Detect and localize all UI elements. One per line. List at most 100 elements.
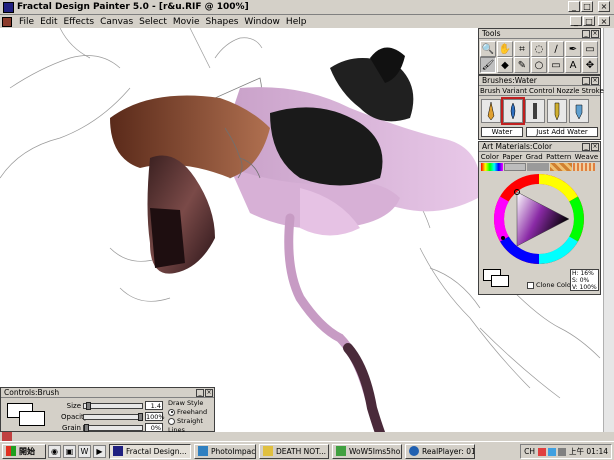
tab-paper[interactable]: Paper [501, 152, 523, 161]
zoom-icon[interactable]: 🔍 [480, 41, 496, 57]
water-brush-icon[interactable] [501, 97, 525, 125]
oval-icon[interactable]: ○ [531, 57, 547, 73]
menu-shapes[interactable]: Shapes [203, 16, 242, 28]
controls-brush-title[interactable]: Controls:Brush _ × [1, 388, 214, 398]
brush-color-swatches[interactable] [7, 403, 47, 427]
tab-brush[interactable]: Brush [479, 86, 501, 95]
menu-movie[interactable]: Movie [170, 16, 203, 28]
rectangle-icon[interactable]: ▭ [548, 57, 564, 73]
dropper-icon[interactable]: ✒ [565, 41, 581, 57]
crayon-brush-icon[interactable] [547, 99, 567, 123]
tab-variant[interactable]: Variant [501, 86, 528, 95]
move-icon[interactable]: ✥ [582, 57, 598, 73]
magic-wand-icon[interactable]: ∕ [548, 41, 564, 57]
opacity-value[interactable]: 100% [145, 412, 165, 421]
tools-palette-collapse-button[interactable]: _ [582, 30, 590, 38]
tab-stroke[interactable]: Stroke [580, 86, 604, 95]
opacity-slider[interactable] [83, 412, 143, 421]
pencil-brush-icon[interactable] [481, 99, 501, 123]
task-wow[interactable]: WoW5Ims5ho... [332, 443, 402, 459]
airbrush-brush-icon[interactable] [569, 99, 589, 123]
paper-swatch-icon[interactable] [504, 163, 526, 171]
tray-app-icon[interactable] [538, 447, 546, 456]
chalk-brush-icon[interactable] [525, 99, 545, 123]
task-death-note[interactable]: DEATH NOT... [259, 443, 329, 459]
size-value[interactable]: 1.4 [145, 401, 163, 410]
task-fractal-design[interactable]: Fractal Design... [109, 443, 191, 459]
volume-icon[interactable] [558, 447, 566, 456]
minimize-button[interactable]: _ [568, 1, 580, 12]
menu-canvas[interactable]: Canvas [97, 16, 136, 28]
crop-icon[interactable]: ⌗ [514, 41, 530, 57]
quicklaunch-desktop-icon[interactable]: ▣ [63, 444, 76, 458]
maximize-button[interactable]: □ [581, 1, 593, 12]
menu-file[interactable]: File [16, 16, 37, 28]
color-swatches[interactable] [483, 269, 509, 287]
grabber-icon[interactable]: ✋ [497, 41, 513, 57]
paint-bucket-icon[interactable]: ◆ [497, 57, 513, 73]
tab-pattern[interactable]: Pattern [545, 152, 572, 161]
task-realplayer[interactable]: RealPlayer: 01... [405, 443, 475, 459]
brush-fields-row: Water Just Add Water [479, 126, 600, 139]
tools-palette-title[interactable]: Tools _ × [479, 29, 600, 39]
menu-select[interactable]: Select [136, 16, 170, 28]
grain-slider[interactable] [83, 423, 143, 432]
pattern-swatch-icon[interactable] [550, 163, 572, 171]
art-materials-collapse-button[interactable]: _ [582, 143, 590, 151]
lasso-icon[interactable]: ◌ [531, 41, 547, 57]
brushes-palette-title[interactable]: Brushes:Water _ × [479, 76, 600, 86]
menu-effects[interactable]: Effects [61, 16, 98, 28]
tab-weave[interactable]: Weave [574, 152, 600, 161]
start-button[interactable]: 開始 [2, 443, 46, 459]
doc-minimize-button[interactable]: _ [570, 16, 582, 26]
brushes-palette-close-button[interactable]: × [591, 77, 599, 85]
art-materials-palette-title-text: Art Materials:Color [482, 142, 553, 151]
doc-close-button[interactable]: × [598, 16, 610, 26]
tab-control[interactable]: Control [528, 86, 555, 95]
brushes-palette-collapse-button[interactable]: _ [582, 77, 590, 85]
task-photoimpact[interactable]: PhotoImpact [194, 443, 256, 459]
status-icon[interactable] [2, 432, 12, 441]
windows-logo-icon [6, 446, 16, 456]
clone-color-checkbox[interactable]: Clone Color [527, 281, 573, 289]
brush-icon[interactable]: 🖌 [480, 57, 496, 73]
clock[interactable]: 上午 01:14 [569, 446, 608, 457]
freehand-radio[interactable]: Freehand [168, 408, 214, 417]
size-slider[interactable] [83, 401, 143, 410]
close-button[interactable]: × [598, 1, 610, 12]
rectangle-shape-icon[interactable]: ▭ [582, 41, 598, 57]
text-icon[interactable]: A [565, 57, 581, 73]
variant-field[interactable]: Just Add Water [526, 127, 598, 137]
brushes-palette: Brushes:Water _ × Brush Variant Control … [478, 75, 604, 140]
controls-brush-close-button[interactable]: × [205, 389, 213, 397]
app-icon[interactable] [3, 1, 14, 13]
tools-palette-close-button[interactable]: × [591, 30, 599, 38]
quicklaunch-browser-icon[interactable]: ◉ [48, 444, 61, 458]
color-wheel-icon[interactable] [479, 172, 600, 266]
tab-nozzle[interactable]: Nozzle [555, 86, 580, 95]
grad-swatch-icon[interactable] [527, 163, 549, 171]
menu-window[interactable]: Window [241, 16, 283, 28]
art-materials-close-button[interactable]: × [591, 143, 599, 151]
language-indicator[interactable]: CH [524, 447, 535, 456]
weave-swatch-icon[interactable] [573, 163, 595, 171]
menu-edit[interactable]: Edit [37, 16, 60, 28]
tab-color[interactable]: Color [480, 152, 500, 161]
tray-network-icon[interactable] [548, 447, 556, 456]
tools-palette: Tools _ × 🔍 ✋ ⌗ ◌ ∕ ✒ ▭ 🖌 ◆ ✎ ○ ▭ A ✥ [478, 28, 601, 75]
controls-brush-collapse-button[interactable]: _ [196, 389, 204, 397]
pen-icon[interactable]: ✎ [514, 57, 530, 73]
quicklaunch-word-icon[interactable]: W [78, 444, 91, 458]
quicklaunch-media-icon[interactable]: ▶ [93, 444, 106, 458]
tools-grid: 🔍 ✋ ⌗ ◌ ∕ ✒ ▭ 🖌 ◆ ✎ ○ ▭ A ✥ [479, 39, 600, 75]
menu-help[interactable]: Help [283, 16, 310, 28]
brush-field[interactable]: Water [481, 127, 523, 137]
grain-value[interactable]: 0% [145, 423, 163, 432]
title-bar: Fractal Design Painter 5.0 - [r&u.RIF @ … [0, 0, 614, 15]
color-swatch-icon[interactable] [481, 163, 503, 171]
tab-grad[interactable]: Grad [525, 152, 544, 161]
document-icon[interactable] [2, 16, 12, 27]
doc-maximize-button[interactable]: □ [583, 16, 595, 26]
art-materials-palette-title[interactable]: Art Materials:Color _ × [479, 142, 600, 152]
taskbar: 開始 ◉ ▣ W ▶ Fractal Design... PhotoImpact… [0, 441, 614, 460]
